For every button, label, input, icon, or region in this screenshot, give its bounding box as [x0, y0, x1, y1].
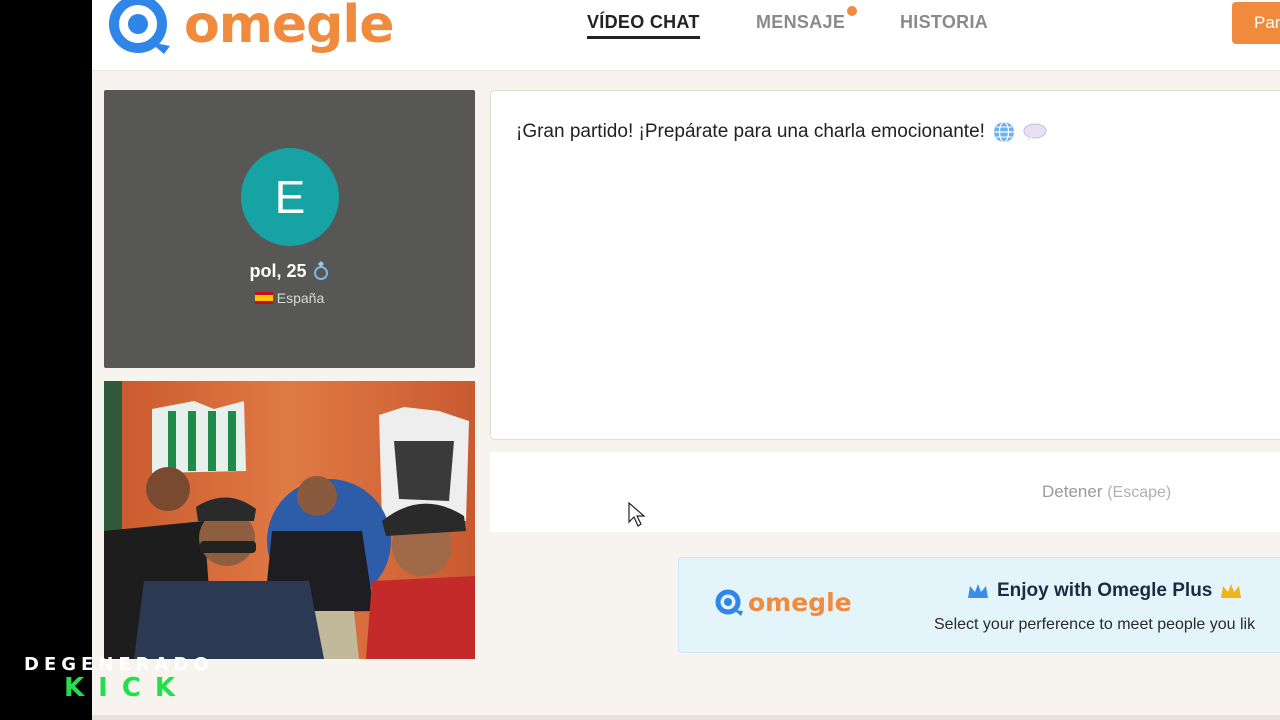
watermark-line2: KICK	[64, 673, 190, 703]
logo-text: omegle	[184, 0, 394, 55]
chat-panel: ¡Gran partido! ¡Prepárate para una charl…	[490, 90, 1280, 440]
ring-icon	[313, 261, 328, 280]
partner-country: España	[104, 290, 475, 306]
tab-mensaje-label: MENSAJE	[756, 12, 846, 32]
stop-button-label: Detener	[1042, 482, 1103, 501]
watermark-line1: DEGENERADO	[24, 654, 214, 675]
crown-icon	[1221, 584, 1242, 598]
stream-watermark: DEGENERADO KICK	[24, 654, 214, 703]
header: omegle VÍDEO CHAT MENSAJE HISTORIA Par	[92, 0, 1280, 71]
partner-name-line: pol, 25	[104, 260, 475, 282]
promo-logo-text: omegle	[748, 588, 852, 617]
self-video	[104, 381, 475, 659]
promo-logo-icon	[715, 589, 743, 616]
tab-mensaje[interactable]: MENSAJE	[756, 6, 858, 33]
partner-country-name: España	[276, 290, 325, 306]
self-video-frame	[104, 381, 475, 659]
header-cta-button[interactable]: Par	[1232, 2, 1280, 44]
tab-historia[interactable]: HISTORIA	[900, 12, 988, 33]
speech-bubble-icon	[1023, 123, 1047, 141]
partner-avatar: E	[241, 148, 339, 246]
promo-subtitle: Select your perference to meet people yo…	[934, 616, 1256, 633]
control-bar: Detener (Escape)	[490, 452, 1280, 532]
globe-icon	[993, 121, 1014, 143]
omegle-plus-banner[interactable]: omegle Enjoy with Omegle Plus Select you…	[678, 557, 1280, 653]
notification-dot	[847, 6, 858, 16]
omegle-logo[interactable]: omegle	[104, 0, 394, 56]
stop-button[interactable]: Detener (Escape)	[1042, 482, 1171, 502]
chat-message: ¡Gran partido! ¡Prepárate para una charl…	[516, 121, 1047, 143]
spain-flag-icon	[254, 292, 273, 304]
promo-title-text: Enjoy with Omegle Plus	[997, 580, 1213, 601]
partner-card: E pol, 25 España	[104, 90, 475, 368]
tab-video-chat[interactable]: VÍDEO CHAT	[587, 12, 700, 39]
bottom-divider	[92, 715, 1280, 720]
chat-message-text: ¡Gran partido! ¡Prepárate para una charl…	[516, 121, 985, 142]
promo-logo: omegle	[713, 588, 852, 617]
stop-button-hint: (Escape)	[1107, 484, 1172, 501]
omegle-logo-icon	[109, 0, 170, 54]
crown-icon	[968, 584, 988, 598]
left-black-bar	[0, 0, 92, 720]
partner-name-age: pol, 25	[249, 261, 307, 281]
promo-title: Enjoy with Omegle Plus	[967, 580, 1242, 602]
mouse-cursor-icon	[628, 502, 646, 527]
